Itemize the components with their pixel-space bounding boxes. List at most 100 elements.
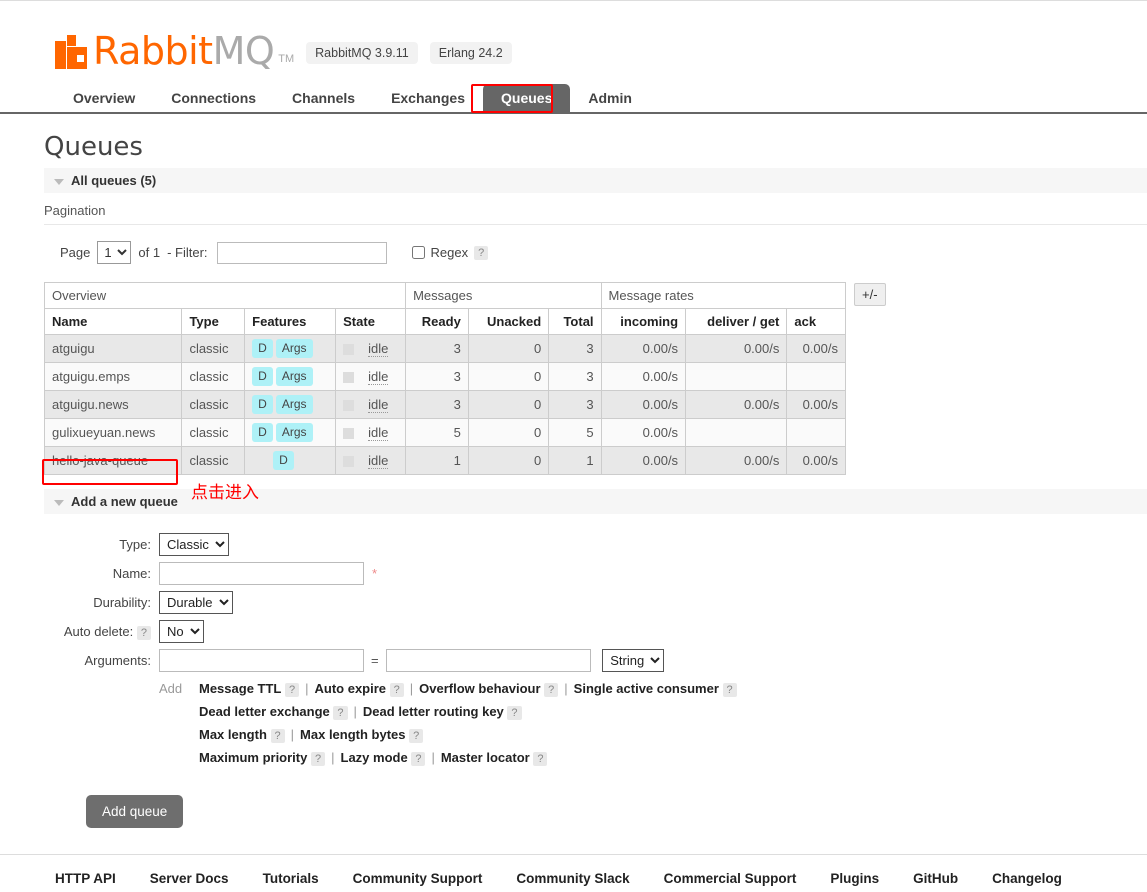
preset-max-length-bytes[interactable]: Max length bytes	[300, 727, 405, 742]
nav-item-overview[interactable]: Overview	[55, 84, 153, 114]
message-ttl-help-icon[interactable]: ?	[284, 683, 300, 697]
preset-max-length[interactable]: Max length	[199, 727, 267, 742]
auto-expire-help-icon[interactable]: ?	[389, 683, 404, 697]
durable-badge[interactable]: D	[252, 423, 273, 442]
queue-ack-rate	[786, 362, 846, 391]
queue-name-link[interactable]: atguigu.emps	[43, 362, 183, 391]
footer-link-http-api[interactable]: HTTP API	[55, 871, 116, 886]
preset-single-active-consumer[interactable]: Single active consumer	[574, 681, 719, 696]
preset-overflow-behaviour[interactable]: Overflow behaviour	[419, 681, 540, 696]
preset-dead-letter-exchange[interactable]: Dead letter exchange	[199, 704, 330, 719]
rabbitmq-logo[interactable]: RabbitMQ TM	[55, 32, 294, 70]
lazy-mode-help-icon[interactable]: ?	[411, 752, 426, 766]
queue-deliver-get-rate: 0.00/s	[685, 390, 788, 419]
argument-type-select[interactable]: String	[602, 649, 665, 672]
footer-link-server-docs[interactable]: Server Docs	[150, 871, 229, 886]
table-row[interactable]: atguigu.emps classic D Args idle 3 0 3 0.…	[43, 362, 846, 391]
footer-link-tutorials[interactable]: Tutorials	[263, 871, 319, 886]
args-badge[interactable]: Args	[275, 395, 313, 414]
col-header-deliver-get[interactable]: deliver / get	[685, 308, 788, 335]
col-header-ack[interactable]: ack	[786, 308, 846, 335]
footer-link-commercial-support[interactable]: Commercial Support	[664, 871, 797, 886]
nav-link-channels[interactable]: Channels	[274, 84, 373, 114]
state-label: idle	[368, 369, 389, 385]
preset-lazy-mode[interactable]: Lazy mode	[341, 750, 408, 765]
durable-badge[interactable]: D	[273, 451, 294, 470]
preset-auto-expire[interactable]: Auto expire	[315, 681, 387, 696]
regex-checkbox[interactable]	[411, 246, 425, 259]
page-select[interactable]: 1	[97, 241, 132, 264]
nav-link-queues[interactable]: Queues	[483, 84, 571, 114]
dead-letter-exchange-help-icon[interactable]: ?	[333, 706, 348, 720]
col-header-state[interactable]: State	[335, 308, 407, 335]
nav-item-exchanges[interactable]: Exchanges	[373, 84, 483, 114]
queues-table-body: atguigu classic D Args idle 3 0 3 0.00/s …	[43, 334, 846, 475]
single-active-consumer-help-icon[interactable]: ?	[722, 683, 737, 697]
argument-value-input[interactable]	[385, 649, 591, 672]
preset-maximum-priority[interactable]: Maximum priority	[199, 750, 307, 765]
nav-link-admin[interactable]: Admin	[570, 84, 650, 114]
max-length-bytes-help-icon[interactable]: ?	[409, 729, 424, 743]
nav-link-overview[interactable]: Overview	[55, 84, 153, 114]
overflow-behaviour-help-icon[interactable]: ?	[544, 683, 559, 697]
master-locator-help-icon[interactable]: ?	[533, 752, 548, 766]
dead-letter-routing-key-help-icon[interactable]: ?	[507, 706, 522, 720]
page-count-label: of 1	[138, 245, 161, 260]
footer-link-plugins[interactable]: Plugins	[830, 871, 879, 886]
table-row[interactable]: hello-java-queue classic D idle 1 0 1 0.…	[43, 446, 846, 475]
col-header-ready[interactable]: Ready	[405, 308, 469, 335]
durable-badge[interactable]: D	[252, 395, 273, 414]
queue-name-link[interactable]: atguigu	[43, 334, 183, 363]
footer-link-community-support[interactable]: Community Support	[353, 871, 483, 886]
nav-item-channels[interactable]: Channels	[274, 84, 373, 114]
durable-badge[interactable]: D	[252, 367, 273, 386]
args-badge[interactable]: Args	[275, 423, 313, 442]
durability-select[interactable]: Durable	[159, 591, 233, 614]
queue-name-link[interactable]: gulixueyuan.news	[43, 418, 183, 447]
durable-badge[interactable]: D	[252, 339, 273, 358]
preset-message-ttl[interactable]: Message TTL	[199, 681, 281, 696]
table-row[interactable]: atguigu.news classic D Args idle 3 0 3 0.…	[43, 390, 846, 419]
queue-features: D Args	[244, 334, 337, 363]
max-length-help-icon[interactable]: ?	[270, 729, 285, 743]
filter-input[interactable]	[216, 241, 387, 264]
col-header-incoming[interactable]: incoming	[600, 308, 687, 335]
col-header-type[interactable]: Type	[181, 308, 246, 335]
preset-master-locator[interactable]: Master locator	[441, 750, 530, 765]
regex-help-icon[interactable]: ?	[474, 245, 489, 260]
collapse-triangle-icon[interactable]	[54, 178, 64, 185]
args-badge[interactable]: Args	[275, 367, 313, 386]
col-header-total[interactable]: Total	[548, 308, 602, 335]
queue-ack-rate: 0.00/s	[786, 390, 846, 419]
nav-item-queues[interactable]: Queues	[483, 84, 571, 114]
nav-item-connections[interactable]: Connections	[153, 84, 274, 114]
toggle-columns-button[interactable]: +/-	[854, 283, 886, 306]
footer-link-github[interactable]: GitHub	[913, 871, 958, 886]
auto-delete-help-icon[interactable]: ?	[136, 626, 151, 640]
preset-dead-letter-routing-key[interactable]: Dead letter routing key	[363, 704, 504, 719]
col-header-name[interactable]: Name	[43, 308, 183, 335]
all-queues-section-header[interactable]: All queues (5)	[44, 168, 1147, 193]
args-badge[interactable]: Args	[275, 339, 313, 358]
queue-type-select[interactable]: Classic	[159, 533, 229, 556]
table-row[interactable]: atguigu classic D Args idle 3 0 3 0.00/s …	[43, 334, 846, 363]
footer-link-changelog[interactable]: Changelog	[992, 871, 1062, 886]
nav-link-exchanges[interactable]: Exchanges	[373, 84, 483, 114]
queue-unacked: 0	[467, 446, 550, 475]
preset-separator: |	[431, 750, 435, 765]
queue-name-link[interactable]: hello-java-queue	[43, 446, 183, 475]
queue-type: classic	[181, 334, 246, 363]
collapse-triangle-icon[interactable]	[54, 499, 64, 506]
add-queue-submit-button[interactable]: Add queue	[86, 795, 184, 828]
col-header-features[interactable]: Features	[244, 308, 337, 335]
col-header-unacked[interactable]: Unacked	[467, 308, 550, 335]
table-row[interactable]: gulixueyuan.news classic D Args idle 5 0 …	[43, 418, 846, 447]
queue-name-link[interactable]: atguigu.news	[43, 390, 183, 419]
queue-name-input[interactable]	[159, 562, 364, 585]
nav-item-admin[interactable]: Admin	[570, 84, 650, 114]
auto-delete-select[interactable]: No	[159, 620, 204, 643]
footer-link-community-slack[interactable]: Community Slack	[516, 871, 629, 886]
nav-link-connections[interactable]: Connections	[153, 84, 274, 114]
argument-key-input[interactable]	[159, 649, 364, 672]
maximum-priority-help-icon[interactable]: ?	[310, 752, 326, 766]
